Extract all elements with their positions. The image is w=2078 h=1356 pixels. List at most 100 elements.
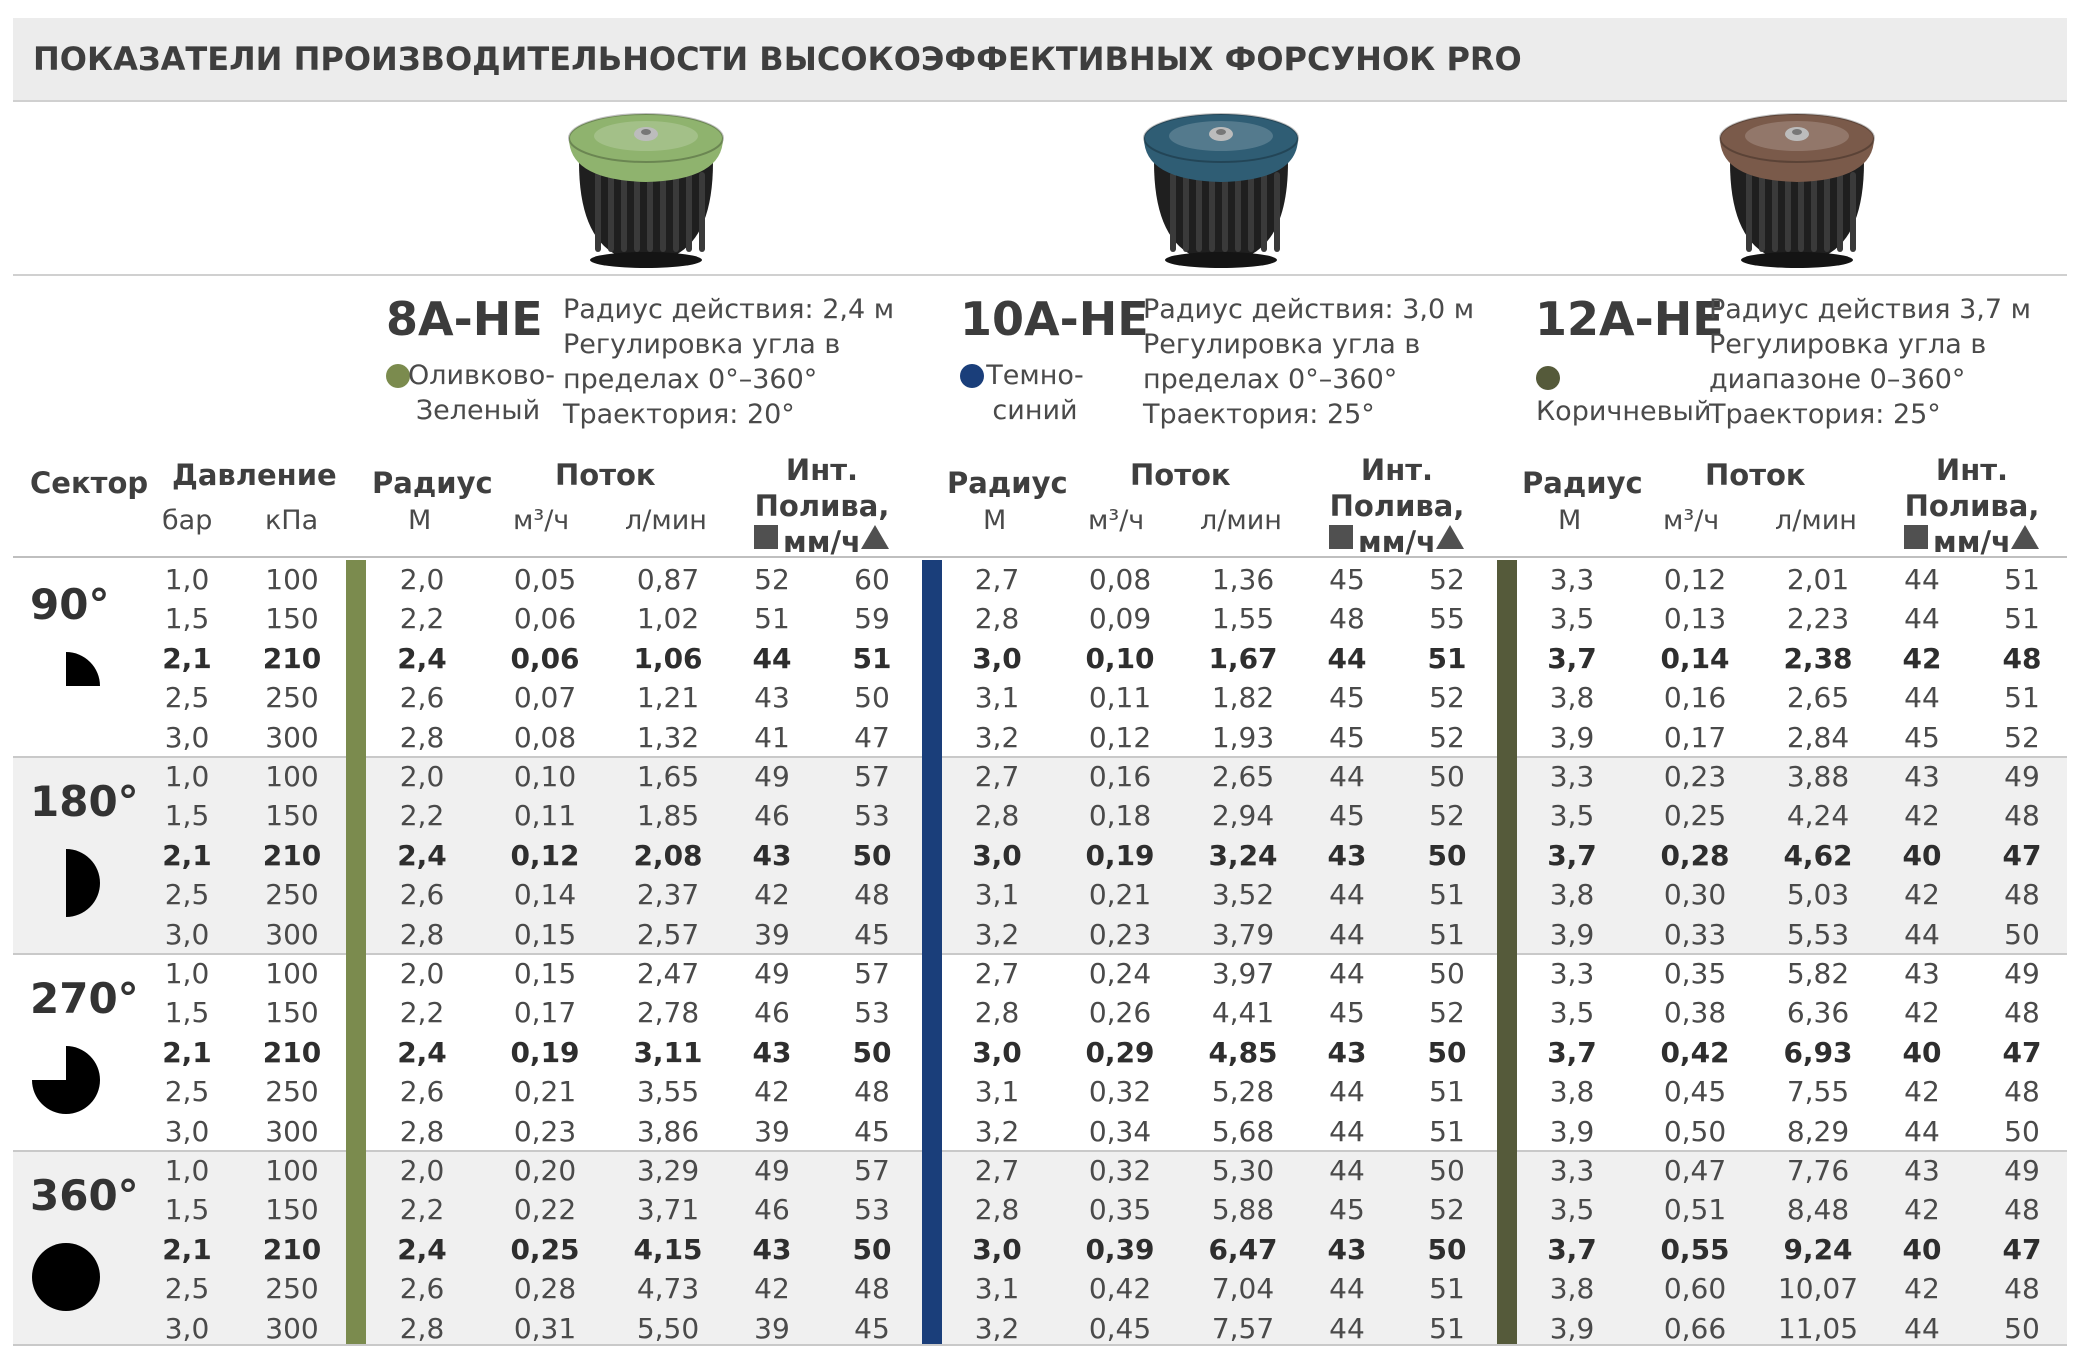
table-cell: 0,28 [1660, 838, 1730, 872]
table-cell: 3,7 [1547, 1232, 1597, 1266]
table-cell: 250 [265, 1075, 319, 1109]
table-cell: 2,65 [1786, 681, 1850, 715]
table-cell: 50 [1429, 760, 1465, 793]
bar-unit-header: бар [162, 505, 213, 536]
table-cell: 1,21 [636, 681, 700, 715]
flow-header: Поток [1705, 458, 1806, 492]
table-cell: 3,2 [974, 917, 1020, 951]
table-cell: 49 [2004, 1154, 2040, 1187]
table-cell: 50 [1427, 1035, 1467, 1069]
table-cell: 4,62 [1783, 838, 1853, 872]
table-cell: 3,1 [974, 681, 1020, 715]
table-cell: 42 [1904, 878, 1940, 912]
table-cell: 44 [752, 641, 792, 675]
table-cell: 0,34 [1088, 1114, 1152, 1148]
table-cell: 1,85 [636, 799, 700, 833]
table-cell: 2,47 [636, 957, 700, 990]
table-cell: 45 [1329, 1193, 1365, 1227]
table-cell: 44 [1329, 917, 1365, 951]
table-cell: 300 [265, 917, 319, 951]
table-cell: 44 [1904, 1311, 1940, 1345]
table-cell: 49 [2004, 760, 2040, 793]
radius-unit-header: М [983, 505, 1007, 536]
table-cell: 3,9 [1549, 917, 1595, 951]
table-cell: 0,35 [1088, 1193, 1152, 1227]
table-cell: 1,93 [1211, 720, 1275, 754]
table-cell: 8,48 [1786, 1193, 1850, 1227]
table-cell: 42 [1904, 996, 1940, 1030]
table-cell: 1,5 [164, 602, 210, 636]
table-cell: 5,82 [1786, 957, 1850, 990]
table-cell: 3,7 [1547, 1035, 1597, 1069]
table-cell: 0,55 [1660, 1232, 1730, 1266]
table-cell: 3,0 [164, 1311, 210, 1345]
nozzle-color-bar [346, 560, 366, 1344]
table-cell: 3,2 [974, 720, 1020, 754]
divider [13, 274, 2067, 276]
table-cell: 2,8 [974, 996, 1020, 1030]
table-cell: 3,1 [974, 1075, 1020, 1109]
table-cell: 45 [1329, 563, 1365, 596]
table-cell: 2,2 [399, 799, 445, 833]
table-cell: 2,1 [162, 1035, 212, 1069]
color-name-12a-he: Коричневый [1536, 396, 1712, 427]
table-cell: 1,0 [164, 760, 210, 793]
table-cell: 0,25 [1663, 799, 1727, 833]
table-cell: 2,1 [162, 641, 212, 675]
table-cell: 0,29 [1085, 1035, 1155, 1069]
table-cell: 2,0 [399, 957, 445, 990]
table-cell: 150 [265, 996, 319, 1030]
table-cell: 0,16 [1088, 760, 1152, 793]
radius-header: Радиус [372, 466, 493, 500]
table-cell: 42 [754, 878, 790, 912]
table-cell: 0,06 [510, 641, 580, 675]
table-cell: 2,1 [162, 838, 212, 872]
table-cell: 250 [265, 1272, 319, 1306]
square-spacing-icon [1329, 525, 1353, 549]
table-cell: 1,06 [633, 641, 703, 675]
table-cell: 9,24 [1783, 1232, 1853, 1266]
table-cell: 44 [1329, 1272, 1365, 1306]
table-cell: 45 [1329, 720, 1365, 754]
spec-line: Траектория: 25° [1709, 399, 1941, 430]
table-cell: 7,55 [1786, 1075, 1850, 1109]
table-cell: 150 [265, 799, 319, 833]
table-cell: 0,20 [513, 1154, 577, 1187]
table-cell: 0,15 [513, 957, 577, 990]
table-cell: 2,57 [636, 917, 700, 951]
sector-label: 90° [30, 580, 110, 629]
table-cell: 2,7 [974, 563, 1020, 596]
table-cell: 2,8 [399, 1311, 445, 1345]
table-cell: 51 [1429, 1311, 1465, 1345]
table-cell: 0,12 [510, 838, 580, 872]
table-cell: 0,06 [513, 602, 577, 636]
three-quarter-circle-icon [32, 1046, 100, 1114]
table-cell: 57 [854, 760, 890, 793]
spec-line: Радиус действия: 2,4 м [563, 294, 895, 325]
table-cell: 44 [1904, 681, 1940, 715]
table-cell: 3,3 [1549, 1154, 1595, 1187]
table-cell: 50 [2004, 1311, 2040, 1345]
table-cell: 11,05 [1777, 1311, 1859, 1345]
table-cell: 0,12 [1663, 563, 1727, 596]
flow-m3h-unit-header: м³/ч [513, 505, 570, 536]
kpa-unit-header: кПа [265, 505, 319, 536]
table-cell: 44 [1329, 1075, 1365, 1109]
flow-m3h-unit-header: м³/ч [1088, 505, 1145, 536]
table-cell: 2,4 [397, 641, 447, 675]
table-cell: 45 [854, 917, 890, 951]
table-cell: 2,08 [633, 838, 703, 872]
table-cell: 0,60 [1663, 1272, 1727, 1306]
table-cell: 5,88 [1211, 1193, 1275, 1227]
table-cell: 2,8 [974, 602, 1020, 636]
table-cell: 3,0 [164, 1114, 210, 1148]
table-cell: 42 [1904, 799, 1940, 833]
table-cell: 5,30 [1211, 1154, 1275, 1187]
table-cell: 44 [1329, 878, 1365, 912]
table-cell: 0,13 [1663, 602, 1727, 636]
table-cell: 51 [852, 641, 892, 675]
table-cell: 0,32 [1088, 1154, 1152, 1187]
table-cell: 48 [2004, 996, 2040, 1030]
table-cell: 3,8 [1549, 1272, 1595, 1306]
table-cell: 2,0 [399, 563, 445, 596]
